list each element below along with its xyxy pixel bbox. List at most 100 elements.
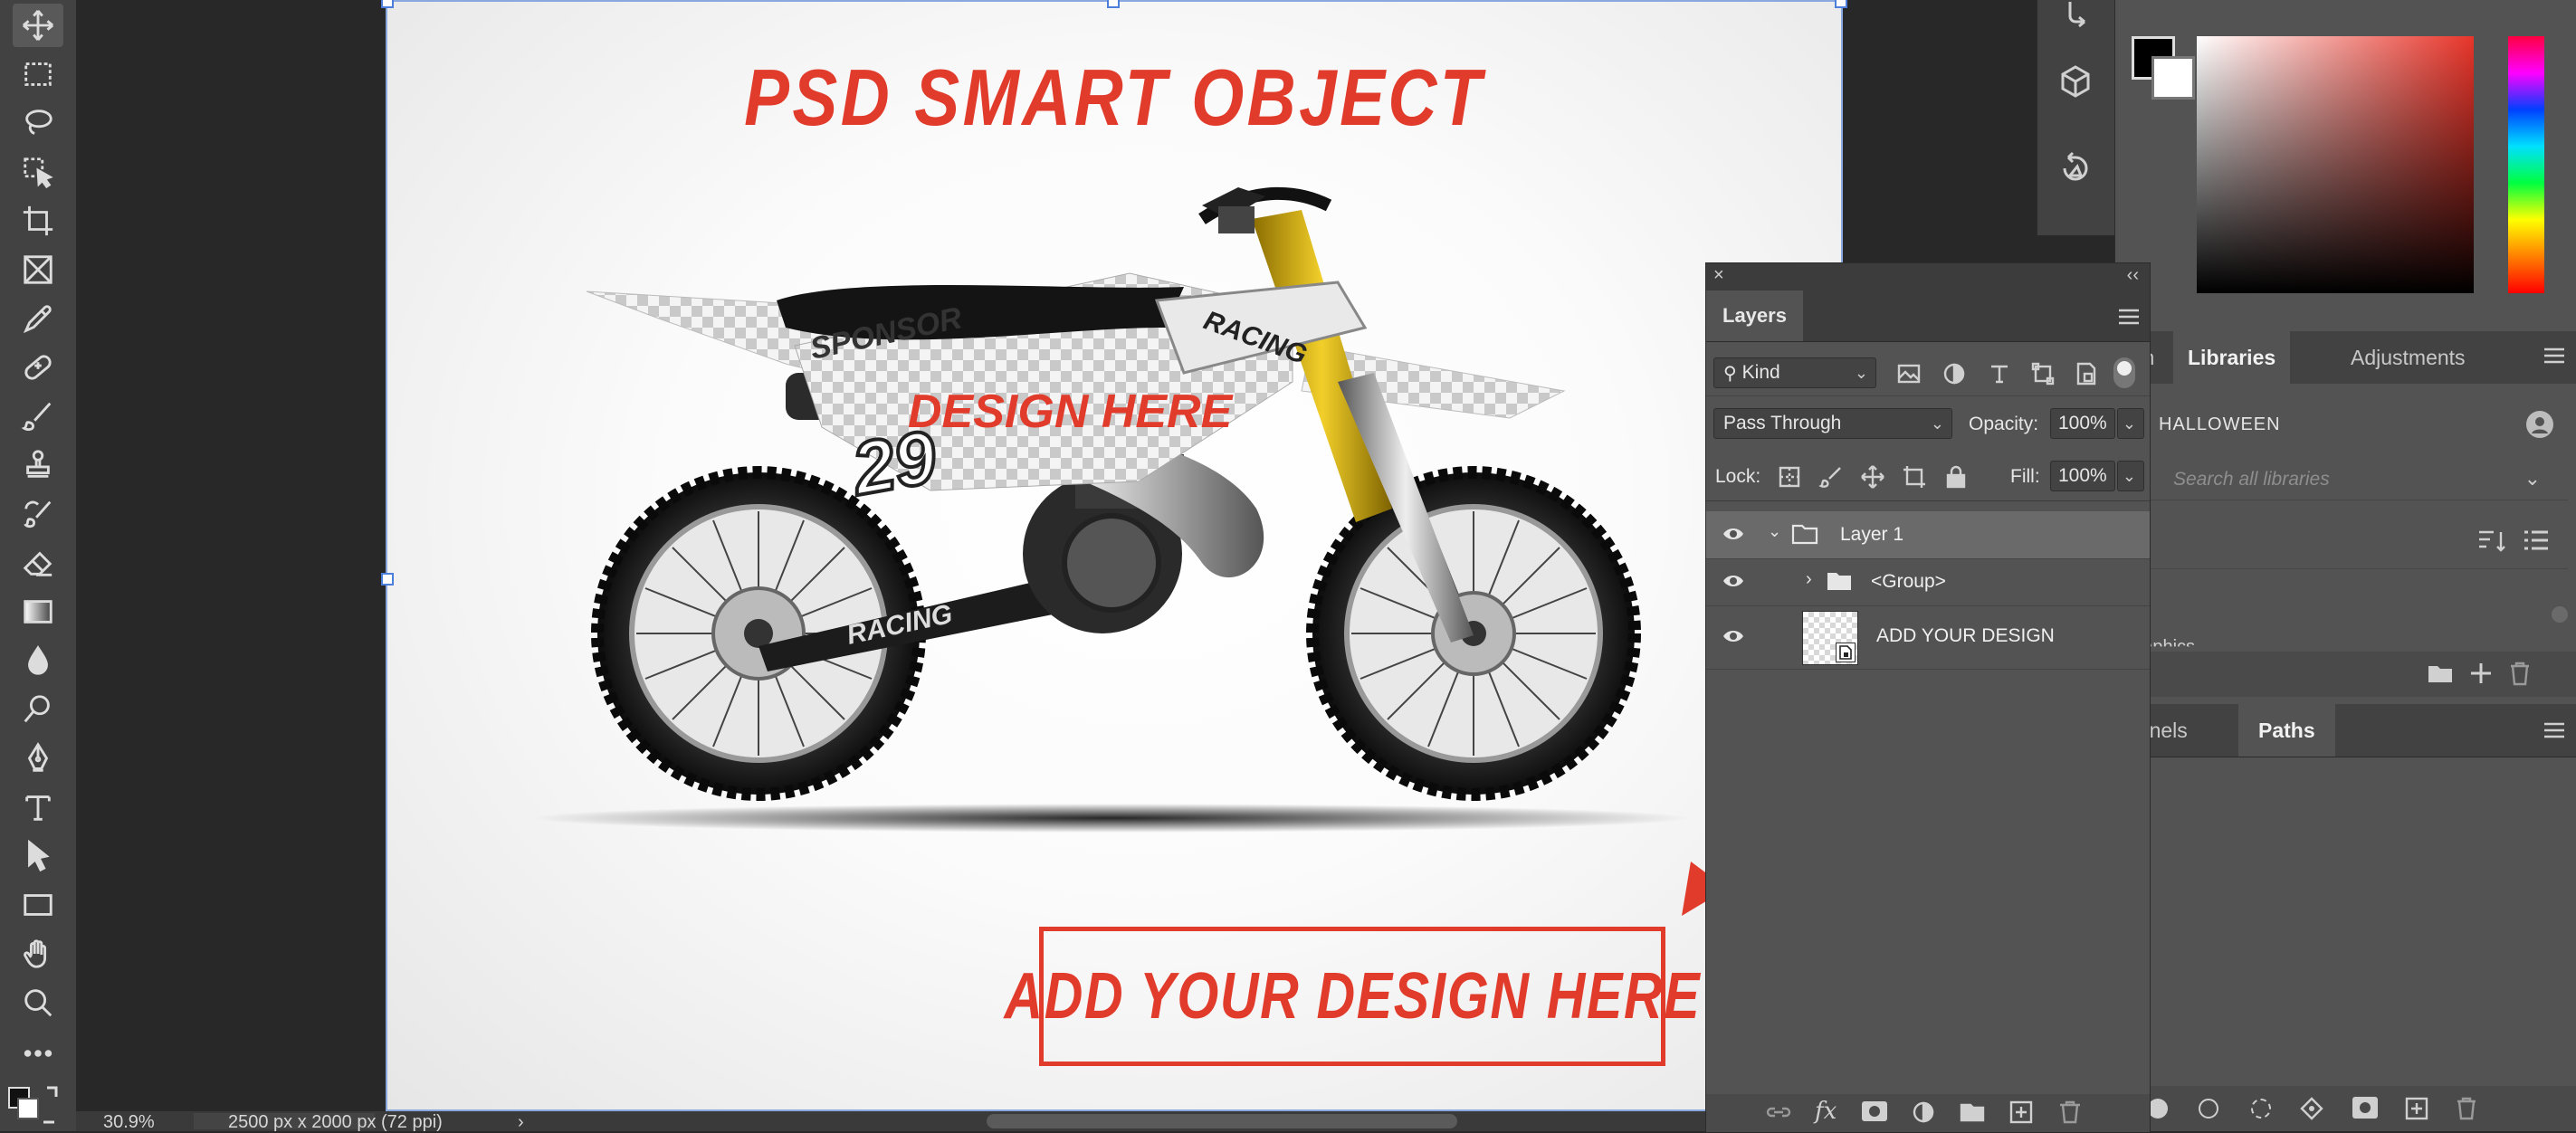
- add-collaborator-icon[interactable]: [2524, 409, 2555, 440]
- library-name[interactable]: HALLOWEEN: [2159, 414, 2281, 435]
- smart-object-thumbnail[interactable]: [1802, 611, 1858, 665]
- paths-footer: [2115, 1086, 2576, 1131]
- lock-position-icon[interactable]: [1860, 464, 1885, 490]
- clone-stamp-tool-icon[interactable]: [13, 443, 63, 487]
- frame-tool-icon[interactable]: [13, 248, 63, 291]
- list-view-icon[interactable]: [2523, 528, 2550, 554]
- rectangle-tool-icon[interactable]: [13, 883, 63, 927]
- horizontal-scrollbar[interactable]: [987, 1114, 1457, 1128]
- layer-filter-kind-select[interactable]: ⚲ Kind ⌄: [1713, 357, 1876, 388]
- lock-artboard-icon[interactable]: [1902, 464, 1927, 490]
- add-design-callout: ADD YOUR DESIGN HERE: [1004, 927, 1699, 1066]
- brush-tool-icon[interactable]: [13, 395, 63, 438]
- panel-menu-icon[interactable]: [2544, 722, 2564, 738]
- crop-tool-icon[interactable]: [13, 199, 63, 243]
- filter-type-icon[interactable]: [1987, 361, 2012, 386]
- sort-icon[interactable]: [2477, 528, 2506, 554]
- trash-icon[interactable]: [2508, 661, 2532, 686]
- add-icon[interactable]: [2468, 661, 2494, 686]
- background-color-swatch[interactable]: [2151, 56, 2195, 100]
- opacity-input[interactable]: 100%: [2050, 408, 2115, 439]
- eyedropper-tool-icon[interactable]: [13, 297, 63, 340]
- library-search-input[interactable]: Search all libraries ⌄: [2115, 460, 2568, 500]
- filter-toggle[interactable]: [2113, 357, 2135, 388]
- new-group-icon[interactable]: [1960, 1100, 1985, 1125]
- layers-panel-titlebar[interactable]: × ‹‹: [1706, 263, 2150, 290]
- layer-row-group[interactable]: › <Group>: [1706, 558, 2150, 606]
- gradient-tool-icon[interactable]: [13, 590, 63, 633]
- add-mask-icon[interactable]: [2352, 1097, 2378, 1119]
- blur-tool-icon[interactable]: [13, 639, 63, 682]
- scroll-indicator[interactable]: [2552, 606, 2568, 623]
- lock-all-icon[interactable]: [1943, 464, 1969, 490]
- fill-input[interactable]: 100%: [2050, 461, 2115, 491]
- layer-row-layer-1[interactable]: ⌄ Layer 1: [1706, 511, 2150, 559]
- panel-menu-icon[interactable]: [2544, 348, 2564, 364]
- filter-pixel-icon[interactable]: [1896, 361, 1922, 386]
- add-mask-icon[interactable]: [1862, 1101, 1887, 1121]
- new-path-icon[interactable]: [2405, 1097, 2428, 1120]
- chevron-down-icon: ⌄: [1854, 364, 1868, 382]
- color-field[interactable]: [2197, 36, 2474, 293]
- object-select-tool-icon[interactable]: [13, 150, 63, 194]
- panel-menu-icon[interactable]: [2119, 309, 2139, 325]
- tab-paths[interactable]: Paths: [2238, 704, 2335, 757]
- actions-icon[interactable]: [2061, 0, 2092, 31]
- more-tools-icon[interactable]: [13, 1032, 63, 1075]
- type-tool-icon[interactable]: [13, 785, 63, 829]
- opacity-dropdown[interactable]: ⌄: [2117, 408, 2144, 439]
- healing-brush-tool-icon[interactable]: [13, 346, 63, 389]
- blend-mode-select[interactable]: Pass Through ⌄: [1713, 408, 1952, 439]
- lasso-tool-icon[interactable]: [13, 101, 63, 145]
- lock-transparent-icon[interactable]: [1777, 464, 1802, 490]
- document-canvas[interactable]: PSD SMART OBJECT DESIGN HERE SPONSOR RAC…: [381, 0, 1847, 1111]
- make-work-path-icon[interactable]: [2300, 1097, 2323, 1120]
- tab-libraries[interactable]: Libraries: [2173, 331, 2291, 384]
- marquee-tool-icon[interactable]: [13, 52, 63, 96]
- filter-adjustment-icon[interactable]: [1942, 361, 1967, 386]
- chevron-down-icon[interactable]: ⌄: [2524, 467, 2541, 490]
- color-swatches-icon[interactable]: [7, 1082, 71, 1129]
- tab-layers[interactable]: Layers: [1706, 290, 1803, 341]
- dodge-tool-icon[interactable]: [13, 688, 63, 731]
- visibility-eye-icon[interactable]: [1722, 627, 1744, 645]
- pen-tool-icon[interactable]: [13, 737, 63, 780]
- layer-style-fx-icon[interactable]: fx: [1815, 1098, 1837, 1125]
- fill-dropdown[interactable]: ⌄: [2117, 461, 2144, 491]
- 3d-cube-icon[interactable]: [2057, 63, 2094, 100]
- eraser-tool-icon[interactable]: [13, 541, 63, 585]
- new-layer-icon[interactable]: [2008, 1100, 2034, 1125]
- path-select-tool-icon[interactable]: [13, 834, 63, 878]
- library-toolbar: [2115, 518, 2568, 569]
- link-layers-icon[interactable]: [1766, 1100, 1791, 1125]
- tab-adjustments[interactable]: Adjustments: [2336, 331, 2480, 384]
- adjustment-layer-icon[interactable]: [1911, 1100, 1936, 1125]
- new-folder-icon[interactable]: [2427, 661, 2454, 686]
- status-menu-arrow[interactable]: ›: [518, 1112, 524, 1133]
- chevron-down-icon[interactable]: ⌄: [1768, 522, 1781, 541]
- delete-path-icon[interactable]: [2456, 1097, 2477, 1120]
- zoom-tool-icon[interactable]: [13, 981, 63, 1024]
- lock-pixels-icon[interactable]: [1818, 464, 1844, 490]
- layer-row-add-your-design[interactable]: ADD YOUR DESIGN: [1706, 605, 2150, 670]
- chevron-right-icon[interactable]: ›: [1806, 569, 1812, 590]
- hand-tool-icon[interactable]: [13, 932, 63, 976]
- paths-tabbar: annels Paths: [2115, 704, 2576, 757]
- visibility-eye-icon[interactable]: [1722, 572, 1744, 590]
- filter-kind-value: Kind: [1741, 362, 1780, 383]
- load-selection-icon[interactable]: [2251, 1099, 2271, 1119]
- history-brush-tool-icon[interactable]: [13, 492, 63, 536]
- fill-path-icon[interactable]: [2148, 1099, 2168, 1119]
- visibility-eye-icon[interactable]: [1722, 525, 1744, 543]
- filter-smart-object-icon[interactable]: [2074, 361, 2099, 386]
- collapse-panel-icon[interactable]: ‹‹: [2127, 265, 2139, 286]
- zoom-level[interactable]: 30.9%: [103, 1112, 155, 1133]
- document-info: 2500 px x 2000 px (72 ppi): [228, 1112, 443, 1132]
- hue-slider[interactable]: [2508, 36, 2544, 293]
- move-tool-icon[interactable]: [13, 4, 63, 47]
- close-panel-icon[interactable]: ×: [1713, 265, 1724, 286]
- stroke-path-icon[interactable]: [2199, 1099, 2218, 1119]
- filter-shape-icon[interactable]: [2030, 361, 2056, 386]
- delete-layer-icon[interactable]: [2057, 1100, 2083, 1125]
- history-icon[interactable]: [2057, 148, 2094, 185]
